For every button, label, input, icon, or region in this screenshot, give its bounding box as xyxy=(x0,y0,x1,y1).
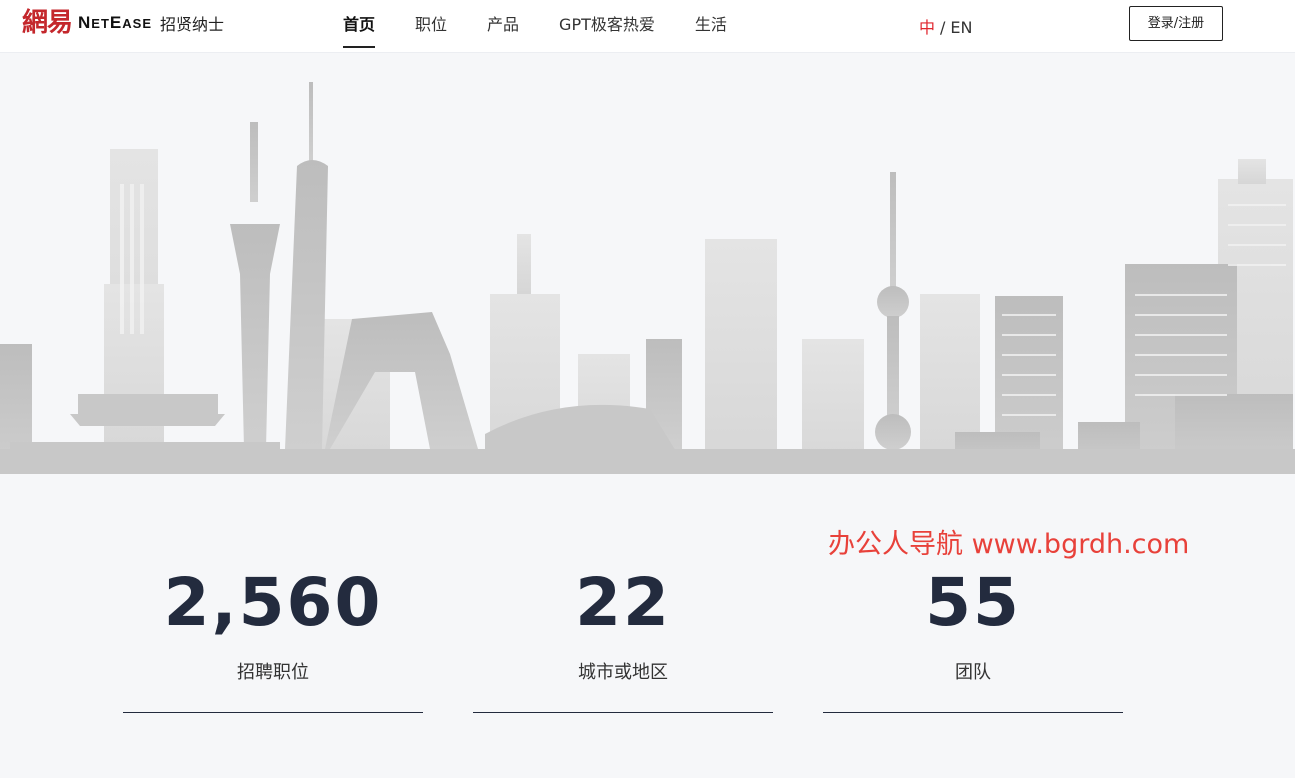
top-header: 網易 NETEASE 招贤纳士 首页 职位 产品 GPT极客热爱 生活 中 / EN… xyxy=(0,0,1295,53)
stat-value: 55 xyxy=(925,564,1021,641)
nav-item-life[interactable]: 生活 xyxy=(695,0,727,50)
lang-option-en[interactable]: EN xyxy=(950,18,972,37)
stat-teams: 55 团队 xyxy=(823,560,1123,713)
logo-english-mark: NETEASE xyxy=(78,13,152,32)
lang-separator: / xyxy=(940,18,946,37)
stat-label: 团队 xyxy=(955,662,991,683)
stat-cities: 22 城市或地区 xyxy=(473,560,773,713)
main-nav: 首页 职位 产品 GPT极客热爱 生活 xyxy=(343,0,767,53)
stat-label: 城市或地区 xyxy=(578,662,668,683)
logo-subtitle: 招贤纳士 xyxy=(160,15,225,34)
stat-divider xyxy=(123,712,423,713)
stat-value: 22 xyxy=(575,564,671,641)
nav-item-products[interactable]: 产品 xyxy=(487,0,519,50)
nav-item-gpt-geek[interactable]: GPT极客热爱 xyxy=(559,0,655,50)
logo-chinese-mark: 網易 xyxy=(22,8,73,38)
city-skyline-banner xyxy=(0,54,1295,474)
nav-item-home[interactable]: 首页 xyxy=(343,0,376,50)
nav-item-jobs[interactable]: 职位 xyxy=(415,0,447,50)
login-register-button[interactable]: 登录/注册 xyxy=(1129,6,1223,41)
stat-divider xyxy=(823,712,1123,713)
stat-divider xyxy=(473,712,773,713)
stat-value: 2,560 xyxy=(163,564,383,641)
language-switch: 中 / EN xyxy=(919,14,972,38)
netease-logo[interactable]: 網易 NETEASE 招贤纳士 xyxy=(22,6,224,40)
watermark-text: 办公人导航 www.bgrdh.com xyxy=(828,529,1190,560)
stat-open-positions: 2,560 招聘职位 xyxy=(123,560,423,713)
stat-label: 招聘职位 xyxy=(237,662,309,683)
lang-option-zh[interactable]: 中 xyxy=(919,18,935,37)
skyline-illustration xyxy=(0,54,1295,474)
